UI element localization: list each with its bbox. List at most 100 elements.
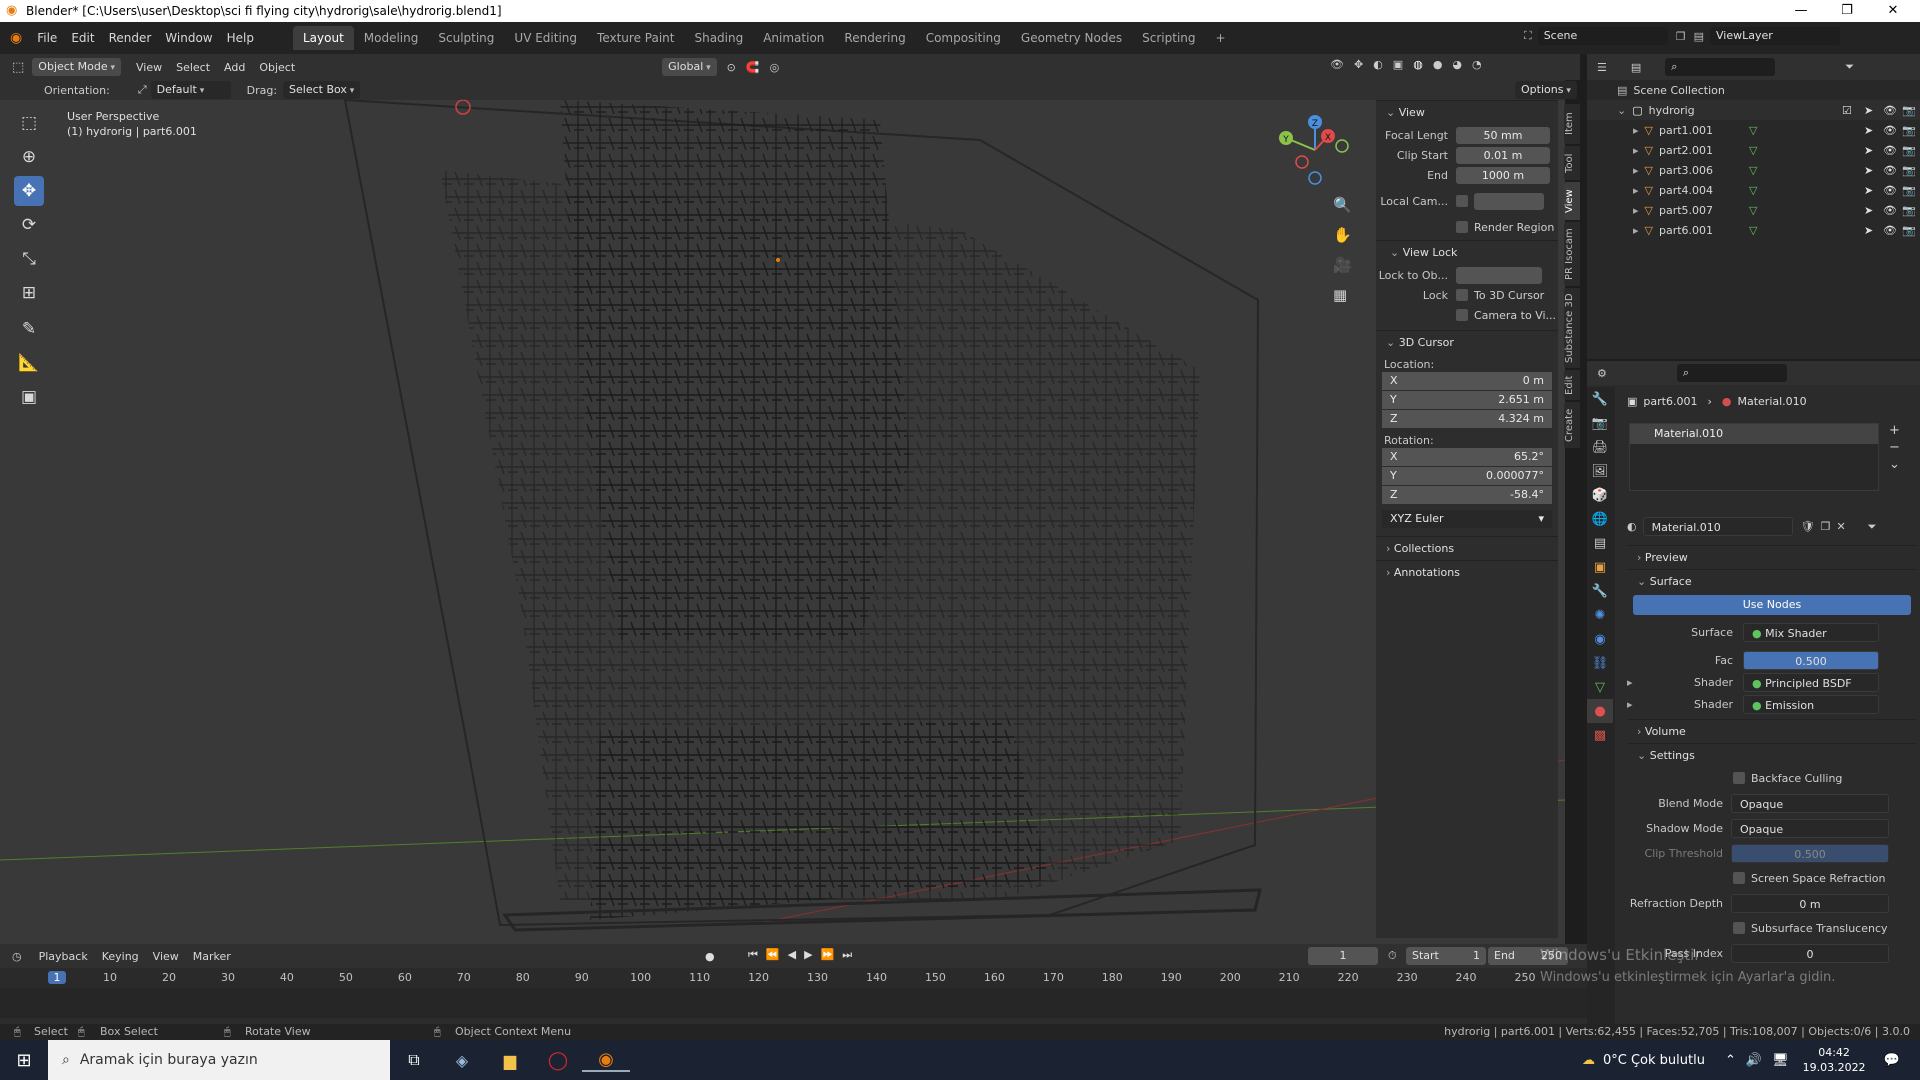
timeline-track[interactable] [0, 988, 1587, 1018]
add-slot-icon[interactable]: + [1889, 423, 1900, 438]
tab-texture-paint[interactable]: Texture Paint [587, 26, 684, 50]
lock-camera-checkbox[interactable] [1456, 309, 1468, 321]
settings-section[interactable]: Settings [1627, 743, 1917, 767]
backface-checkbox[interactable] [1733, 772, 1745, 784]
play-reverse-icon[interactable]: ◀ [788, 948, 796, 962]
task-view-icon[interactable]: ⧉ [390, 1050, 438, 1070]
tab-create[interactable]: Create [1564, 402, 1580, 448]
menu-timeline-view[interactable]: View [146, 950, 186, 963]
eye-icon[interactable]: 👁 [1883, 104, 1897, 117]
wireframe-shading-icon[interactable]: ◍ [1413, 58, 1423, 71]
mesh-data-icon[interactable]: ▽ [1749, 224, 1757, 237]
fake-user-icon[interactable]: 🛡 [1801, 520, 1815, 533]
clip-threshold-slider[interactable]: 0.500 [1731, 843, 1889, 863]
render-tab-icon[interactable]: 📷 [1587, 411, 1613, 435]
gizmo-toggle-icon[interactable]: ✥ [1354, 58, 1363, 71]
eye-icon[interactable]: 👁 [1883, 124, 1897, 137]
mesh-data-icon[interactable]: ▽ [1749, 124, 1757, 137]
orientation-selector[interactable]: Default [150, 81, 231, 99]
mode-selector[interactable]: Object Mode [32, 58, 121, 76]
ortho-grid-icon[interactable]: ▦ [1333, 286, 1352, 304]
app-icon-1[interactable]: ◈ [438, 1051, 486, 1070]
tab-animation[interactable]: Animation [753, 26, 834, 50]
expand-icon[interactable]: ▸ [1633, 164, 1639, 177]
rotate-tool-icon[interactable]: ⟳ [14, 210, 44, 240]
camera-render-icon[interactable]: 📷 [1902, 124, 1916, 137]
taskbar-search-input[interactable]: ⌕ Aramak için buraya yazın [48, 1040, 390, 1080]
slot-menu-icon[interactable]: ⌄ [1889, 457, 1900, 472]
annotations-header[interactable]: Annotations [1376, 560, 1558, 584]
properties-search-input[interactable]: ⌕ [1676, 364, 1787, 382]
close-button[interactable]: ✕ [1870, 0, 1916, 22]
tab-item[interactable]: Item [1564, 104, 1580, 144]
camera-render-icon[interactable]: 📷 [1902, 144, 1916, 157]
playhead-frame[interactable]: 1 [48, 971, 66, 984]
move-tool-icon[interactable]: ✥ [14, 176, 44, 206]
volume-icon[interactable]: 🔊 [1746, 1053, 1762, 1068]
scene-selector[interactable]: Scene [1537, 27, 1668, 45]
editor-type-icon[interactable]: ⬚ [12, 60, 24, 75]
use-nodes-button[interactable]: Use Nodes [1633, 595, 1911, 615]
menu-keying[interactable]: Keying [95, 950, 146, 963]
tab-modeling[interactable]: Modeling [354, 26, 429, 50]
tab-pr-isocam[interactable]: PR Isocam [1564, 222, 1580, 286]
expand-icon[interactable]: ▸ [1633, 124, 1639, 137]
remove-slot-icon[interactable]: − [1889, 440, 1900, 455]
transform-orientation[interactable]: Global [662, 58, 717, 76]
outliner-object-row[interactable]: ▸ ▽ part3.006 ▽ ➤ 👁 📷 [1587, 160, 1920, 180]
solid-shading-icon[interactable]: ● [1433, 58, 1443, 71]
shadow-mode-dropdown[interactable]: Opaque [1731, 818, 1889, 838]
expand-icon[interactable]: ▸ [1633, 204, 1639, 217]
notification-icon[interactable]: 💬 [1884, 1053, 1900, 1068]
viewlayer-selector[interactable]: ViewLayer [1709, 27, 1840, 45]
select-toggle-icon[interactable]: ➤ [1864, 124, 1873, 137]
camera-render-icon[interactable]: 📷 [1902, 184, 1916, 197]
blend-mode-dropdown[interactable]: Opaque [1731, 793, 1889, 813]
visibility-icon[interactable]: 👁 [1330, 58, 1344, 71]
select-toggle-icon[interactable]: ➤ [1864, 144, 1873, 157]
cursor-rotation-x[interactable]: X 65.2° [1382, 448, 1552, 466]
tray-chevron-icon[interactable]: ⌃ [1725, 1053, 1736, 1068]
tab-sculpting[interactable]: Sculpting [428, 26, 504, 50]
surface-section[interactable]: Surface [1627, 569, 1917, 593]
menu-object[interactable]: Object [252, 61, 302, 74]
jump-start-icon[interactable]: ⏮ [748, 948, 758, 962]
mesh-data-icon[interactable]: ▽ [1749, 144, 1757, 157]
tab-compositing[interactable]: Compositing [916, 26, 1011, 50]
rendered-shading-icon[interactable]: ◔ [1472, 58, 1482, 71]
texture-tab-icon[interactable]: ▩ [1587, 723, 1613, 747]
select-toggle-icon[interactable]: ➤ [1864, 184, 1873, 197]
cursor-rotation-y[interactable]: Y 0.000077° [1382, 467, 1552, 485]
view-layer-tab-icon[interactable]: 🖼 [1587, 459, 1613, 483]
menu-playback[interactable]: Playback [32, 950, 95, 963]
camera-view-icon[interactable]: 🎥 [1333, 256, 1352, 274]
material-name-field[interactable]: Material.010 [1642, 517, 1793, 536]
menu-window[interactable]: Window [158, 27, 219, 49]
outliner-object-row[interactable]: ▸ ▽ part5.007 ▽ ➤ 👁 📷 [1587, 200, 1920, 220]
3d-cursor-header[interactable]: 3D Cursor [1376, 330, 1558, 354]
add-workspace-icon[interactable]: + [1206, 26, 1236, 50]
pass-index-field[interactable]: 0 [1731, 943, 1889, 963]
file-explorer-icon[interactable]: ▆ [486, 1051, 534, 1070]
record-icon[interactable]: ● [705, 950, 715, 963]
blender-taskbar-icon[interactable]: ◉ [582, 1049, 630, 1072]
refraction-depth-field[interactable]: 0 m [1731, 893, 1889, 913]
start-frame-field[interactable]: Start 1 [1406, 947, 1486, 965]
scene-collection-row[interactable]: ▤ Scene Collection [1587, 80, 1920, 100]
shader2-field[interactable]: ● Emission [1743, 694, 1879, 714]
menu-select[interactable]: Select [169, 61, 217, 74]
menu-help[interactable]: Help [220, 27, 261, 49]
pivot-icon[interactable]: ⊙ [727, 61, 736, 74]
measure-tool-icon[interactable]: 📐 [14, 348, 44, 378]
rotation-mode-dropdown[interactable]: XYZ Euler ▾ [1382, 510, 1552, 528]
scene-icon[interactable]: ⛶ [1524, 29, 1532, 43]
tab-layout[interactable]: Layout [292, 26, 354, 50]
unlink-material-icon[interactable]: ✕ [1836, 520, 1845, 533]
outliner-editor-icon[interactable]: ☰ [1597, 61, 1607, 74]
eye-icon[interactable]: 👁 [1883, 164, 1897, 177]
outliner-object-row[interactable]: ▸ ▽ part1.001 ▽ ➤ 👁 📷 [1587, 120, 1920, 140]
scene-tab-icon[interactable]: 🎲 [1587, 483, 1613, 507]
menu-marker[interactable]: Marker [186, 950, 238, 963]
data-tab-icon[interactable]: ▽ [1587, 675, 1613, 699]
lock-object-field[interactable] [1456, 266, 1542, 284]
